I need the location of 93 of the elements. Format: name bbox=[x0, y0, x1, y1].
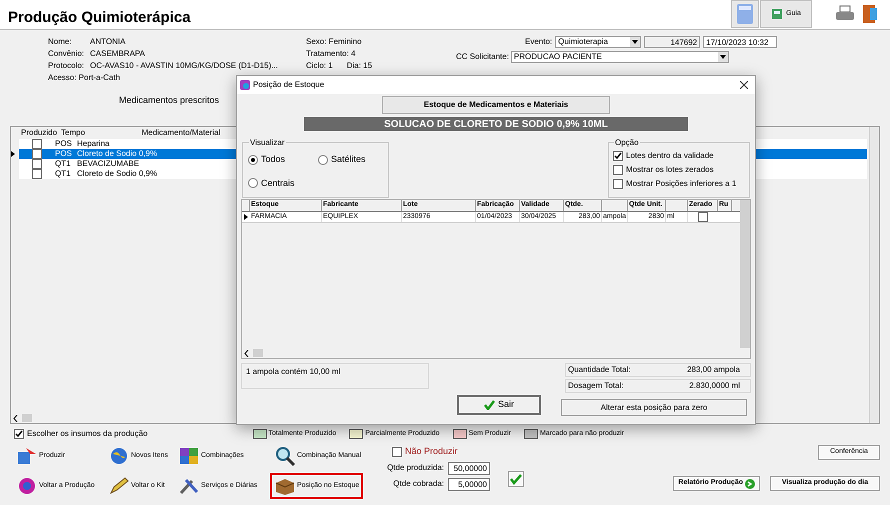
item-cell-text: Heparina bbox=[76, 138, 110, 150]
dialog-title: Posição de Estoque bbox=[253, 79, 324, 91]
event-dropdown[interactable]: Quimioterapia bbox=[555, 36, 642, 48]
cycle-text: Ciclo: 1 bbox=[306, 60, 333, 71]
document-icon bbox=[771, 8, 784, 20]
detail-text: Tratamento: 4 bbox=[306, 48, 357, 59]
column-header: Medicamento/Material bbox=[140, 127, 222, 139]
checkbox[interactable] bbox=[613, 165, 623, 175]
checkbox[interactable] bbox=[32, 159, 42, 169]
close-icon[interactable] bbox=[740, 81, 748, 89]
vertical-scrollbar[interactable] bbox=[740, 200, 750, 348]
field-value: ANTONIA bbox=[90, 36, 126, 47]
exit-button[interactable]: Sair bbox=[457, 395, 541, 415]
column-header: Produzido bbox=[21, 127, 58, 139]
box-icon bbox=[274, 476, 296, 496]
door-icon bbox=[861, 4, 879, 24]
time-cell-text: QT1 bbox=[55, 158, 72, 170]
scroll-left-icon bbox=[244, 350, 249, 356]
dropdown-arrow-icon bbox=[630, 37, 640, 47]
radio-button[interactable] bbox=[248, 178, 258, 188]
header-button[interactable]: Estoque de Medicamentos e Materiais bbox=[382, 96, 610, 114]
total-value: 2.830,0000 ml bbox=[689, 380, 741, 392]
checkbox[interactable] bbox=[698, 212, 708, 222]
printer-icon bbox=[835, 5, 855, 23]
view-option[interactable]: Satélites bbox=[318, 153, 388, 166]
zero-position-button[interactable]: Alterar esta posição para zero bbox=[561, 399, 747, 416]
choose-inputs-label: Escolher os insumos da produção bbox=[27, 428, 148, 440]
arrow-right-icon bbox=[745, 478, 755, 488]
checkbox[interactable] bbox=[613, 179, 623, 189]
field-value: CASEMBRAPA bbox=[90, 48, 146, 59]
blocks-icon bbox=[178, 446, 200, 466]
column-header: Tempo bbox=[61, 127, 86, 139]
checkbox[interactable] bbox=[613, 151, 623, 161]
event-label: Evento: bbox=[525, 36, 552, 48]
option-checkbox[interactable]: Lotes dentro da validade bbox=[613, 150, 749, 162]
field-label: Nome: bbox=[48, 36, 73, 47]
box-arrow-icon bbox=[16, 446, 38, 466]
dropdown-arrow-icon bbox=[718, 52, 728, 62]
vertical-scrollbar[interactable] bbox=[869, 127, 879, 423]
checkbox[interactable] bbox=[32, 169, 42, 179]
time-cell-text: POS bbox=[55, 148, 73, 160]
view-option[interactable]: Centrais bbox=[248, 176, 318, 190]
event-datetime: 17/10/2023 10:32 bbox=[703, 36, 778, 48]
view-option[interactable]: Todos bbox=[248, 153, 318, 166]
field-value: OC-AVAS10 - AVASTIN 10MG/KG/DOSE (D1-D15)... bbox=[90, 60, 279, 71]
row-pointer-icon bbox=[11, 151, 15, 157]
no-produce-label: Não Produzir bbox=[405, 445, 458, 458]
app-icon bbox=[240, 80, 250, 90]
group-title: Opção bbox=[614, 137, 640, 149]
tools-icon bbox=[178, 476, 200, 496]
unit-info: 1 ampola contém 10,00 ml bbox=[241, 363, 429, 389]
cycle-text: Dia: 15 bbox=[346, 60, 372, 71]
total-value: 283,00 ampola bbox=[687, 364, 741, 376]
search-icon bbox=[274, 446, 296, 466]
pencil-icon bbox=[108, 476, 130, 496]
quantity-label: Qtde produzida: bbox=[386, 462, 444, 474]
globe-icon bbox=[108, 446, 130, 466]
calculator-icon bbox=[736, 3, 754, 25]
access-text: Acesso: Port-a-Cath bbox=[48, 72, 122, 83]
radio-button[interactable] bbox=[248, 154, 258, 165]
detail-text: Sexo: Feminino bbox=[306, 36, 363, 47]
option-checkbox[interactable]: Mostrar Posições inferiores a 1 bbox=[613, 178, 749, 190]
scroll-thumb[interactable] bbox=[253, 349, 263, 357]
field-label: Convênio: bbox=[48, 48, 86, 59]
section-label: Medicamentos prescritos bbox=[119, 94, 220, 108]
checkbox[interactable] bbox=[32, 149, 42, 159]
quantity-label: Qtde cobrada: bbox=[392, 478, 444, 490]
checkbox[interactable] bbox=[14, 429, 24, 439]
radio-button[interactable] bbox=[318, 154, 328, 165]
field-label: Protocolo: bbox=[48, 60, 86, 71]
scroll-left-icon bbox=[13, 414, 18, 422]
quantity-field[interactable]: 50,00000 bbox=[448, 462, 490, 474]
time-cell-text: POS bbox=[55, 138, 73, 150]
quantity-field[interactable]: 5,00000 bbox=[448, 478, 490, 490]
product-banner: SOLUCAO DE CLORETO DE SODIO 0,9% 10ML bbox=[304, 117, 688, 131]
time-cell-text: QT1 bbox=[55, 168, 72, 180]
checkmark-icon bbox=[510, 473, 522, 485]
item-cell-text: BEVACIZUMABE bbox=[76, 158, 140, 170]
option-checkbox[interactable]: Mostrar os lotes zerados bbox=[613, 164, 749, 176]
requester-dropdown[interactable]: PRODUCAO PACIENTE bbox=[510, 51, 729, 63]
scroll-thumb[interactable] bbox=[22, 414, 32, 422]
confirm-button[interactable] bbox=[508, 471, 524, 487]
item-cell-text: Cloreto de Sodio 0,9% bbox=[76, 168, 158, 180]
checkbox[interactable] bbox=[392, 446, 402, 457]
item-cell-text: Cloreto de Sodio 0,9% bbox=[76, 148, 158, 160]
window-title: Produção Quimioterápica bbox=[8, 8, 191, 28]
total-label: Dosagem Total: bbox=[568, 380, 624, 392]
total-label: Quantidade Total: bbox=[568, 364, 631, 376]
checkbox[interactable] bbox=[32, 139, 42, 149]
requester-label: CC Solicitante: bbox=[456, 51, 509, 63]
checkmark-icon bbox=[484, 400, 495, 410]
row-pointer-icon bbox=[244, 214, 248, 220]
event-number: 147692 bbox=[644, 36, 700, 48]
